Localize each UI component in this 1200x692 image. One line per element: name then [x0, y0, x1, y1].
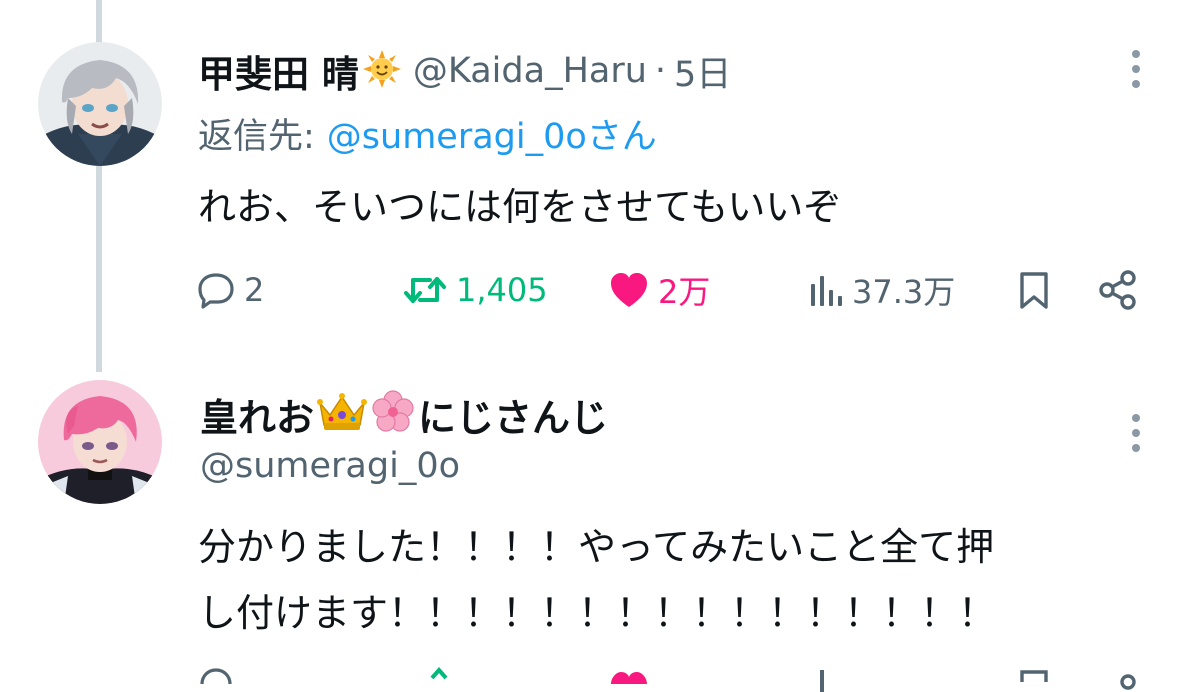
separator-dot: · [654, 51, 667, 91]
reply-icon[interactable] [196, 662, 236, 692]
retweet-icon [404, 277, 446, 303]
views-icon [811, 276, 842, 306]
more-icon[interactable] [1130, 50, 1142, 95]
retweet-icon[interactable] [404, 662, 450, 692]
retweet-count: 1,405 [456, 271, 548, 309]
bookmark-icon [1020, 272, 1048, 309]
crown-emoji [316, 391, 368, 437]
like-count: 2万 [658, 273, 711, 311]
cherry-blossom-emoji [370, 389, 416, 439]
bookmark-icon[interactable] [1016, 662, 1052, 692]
timestamp[interactable]: 5日 [674, 46, 731, 97]
reply-icon [198, 273, 234, 309]
reply-button[interactable]: 2 [196, 262, 264, 318]
handle[interactable]: @sumeragi_0o [200, 446, 460, 486]
avatar-sumeragi-reo[interactable] [38, 380, 162, 504]
share-icon[interactable] [1098, 662, 1138, 692]
tweet-2-text-line-1: 分かりました！！！！やってみたいこと全て押 [198, 525, 995, 569]
views-icon[interactable] [808, 662, 844, 692]
tweet-1-actions: 2 1,405 2万 37.3万 [196, 262, 1156, 318]
like-icon[interactable] [608, 662, 650, 692]
display-name[interactable]: 皇れお [200, 387, 314, 442]
sun-face-emoji [362, 50, 401, 92]
reply-to-label: 返信先: [198, 117, 315, 157]
bookmark-button[interactable] [1016, 262, 1052, 318]
reply-to-mention-link[interactable]: @sumeragi_0oさん [327, 117, 657, 157]
retweet-button[interactable]: 1,405 [402, 262, 548, 318]
share-button[interactable] [1098, 262, 1138, 318]
reply-to-line: 返信先: @sumeragi_0oさん [198, 108, 657, 159]
view-count: 37.3万 [852, 273, 956, 311]
avatar-kaida-haru[interactable] [38, 42, 162, 166]
reply-count: 2 [244, 271, 265, 309]
tweet-2-header: 皇れお にじさんじ [200, 386, 608, 442]
avatar-image [38, 42, 162, 166]
views-button[interactable]: 37.3万 [808, 262, 955, 318]
tweet-2-text: 分かりました！！！！やってみたいこと全て押 し付けます！！！！！！！！！！！！！… [198, 514, 996, 646]
tweet-1-header: 甲斐田 晴 @Kaida_Haru · 5日 [198, 46, 731, 96]
share-icon [1099, 270, 1136, 310]
handle[interactable]: @Kaida_Haru [413, 51, 647, 91]
more-icon[interactable] [1130, 414, 1142, 459]
tweet-1-text: れお、そいつには何をさせてもいいぞ [198, 185, 842, 229]
like-icon [611, 273, 647, 307]
display-name[interactable]: 甲斐田 晴 [198, 44, 359, 98]
avatar-image [38, 380, 162, 504]
like-button[interactable]: 2万 [608, 262, 710, 318]
display-name-suffix[interactable]: にじさんじ [418, 387, 608, 442]
tweet-2-text-line-2: し付けます！！！！！！！！！！！！！！！！ [198, 591, 997, 635]
